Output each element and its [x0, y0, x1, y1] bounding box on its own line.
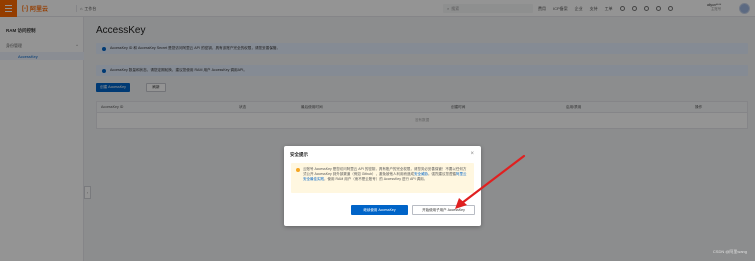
warning-text-3: ，使用 RAM 用户（而不是云账号）的 AccessKey 进行 API 调用。 — [324, 177, 428, 181]
warning-icon — [296, 168, 300, 172]
dialog-title: 安全提示 — [290, 152, 308, 157]
use-subuser-accesskey-button[interactable]: 开始使用子用户 AccessKey — [412, 205, 475, 215]
warning-message: 云账号 AccessKey 是您访问阿里云 API 的密钥，具有账户的完全权限，… — [291, 163, 474, 193]
close-icon[interactable]: × — [470, 151, 474, 157]
watermark: CSDN @阿里wang — [712, 249, 747, 254]
continue-accesskey-button[interactable]: 继续使用 AccessKey — [351, 205, 408, 215]
security-threat-link[interactable]: 安全威胁 — [414, 172, 428, 176]
warning-text-2: 。强烈建议您遵循 — [428, 172, 457, 176]
security-tip-dialog: 安全提示 × 云账号 AccessKey 是您访问阿里云 API 的密钥，具有账… — [284, 146, 481, 226]
